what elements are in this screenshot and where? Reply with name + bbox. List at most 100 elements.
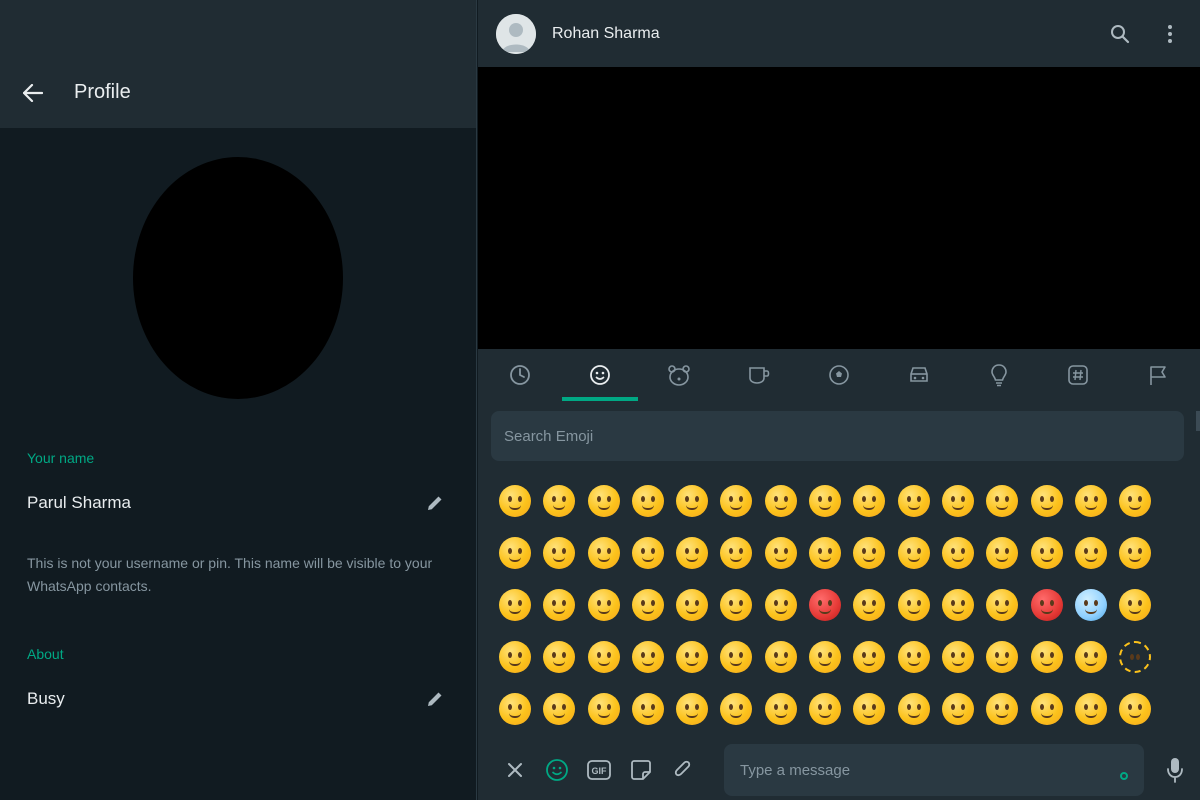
- emoji-item[interactable]: [847, 579, 891, 631]
- emoji-item[interactable]: [1113, 631, 1157, 683]
- emoji-item[interactable]: [759, 527, 803, 579]
- emoji-item[interactable]: [1025, 683, 1069, 735]
- microphone-icon[interactable]: [1162, 757, 1188, 783]
- tab-flags[interactable]: [1118, 349, 1198, 401]
- emoji-item[interactable]: [936, 527, 980, 579]
- emoji-item[interactable]: [537, 475, 581, 527]
- tab-smileys[interactable]: [560, 349, 640, 401]
- emoji-item[interactable]: [936, 683, 980, 735]
- emoji-item[interactable]: [582, 527, 626, 579]
- emoji-item[interactable]: [493, 579, 537, 631]
- emoji-item[interactable]: [626, 683, 670, 735]
- emoji-item[interactable]: [847, 475, 891, 527]
- gif-icon[interactable]: GIF: [586, 757, 612, 783]
- emoji-item[interactable]: [714, 527, 758, 579]
- emoji-item[interactable]: [493, 631, 537, 683]
- message-input[interactable]: [740, 761, 1128, 779]
- emoji-item[interactable]: [714, 579, 758, 631]
- search-icon[interactable]: [1108, 22, 1132, 46]
- emoji-item[interactable]: [626, 527, 670, 579]
- emoji-item[interactable]: [537, 527, 581, 579]
- emoji-item[interactable]: [537, 683, 581, 735]
- emoji-item[interactable]: [582, 631, 626, 683]
- emoji-item[interactable]: [936, 631, 980, 683]
- emoji-item[interactable]: [1025, 475, 1069, 527]
- emoji-item[interactable]: [1113, 579, 1157, 631]
- emoji-item[interactable]: [847, 631, 891, 683]
- emoji-item[interactable]: [1069, 579, 1113, 631]
- emoji-item[interactable]: [626, 631, 670, 683]
- tab-recent[interactable]: [480, 349, 560, 401]
- tab-animals[interactable]: [640, 349, 720, 401]
- edit-about-pencil-icon[interactable]: [424, 688, 446, 710]
- emoji-item[interactable]: [892, 527, 936, 579]
- emoji-item[interactable]: [803, 527, 847, 579]
- sticker-icon[interactable]: [628, 757, 654, 783]
- emoji-item[interactable]: [714, 631, 758, 683]
- emoji-item[interactable]: [582, 579, 626, 631]
- emoji-item[interactable]: [980, 475, 1024, 527]
- emoji-item[interactable]: [803, 631, 847, 683]
- emoji-item[interactable]: [1025, 631, 1069, 683]
- emoji-item[interactable]: [1069, 475, 1113, 527]
- tab-symbols[interactable]: [1038, 349, 1118, 401]
- emoji-item[interactable]: [803, 683, 847, 735]
- emoji-item[interactable]: [759, 631, 803, 683]
- scrollbar-thumb[interactable]: [1196, 411, 1200, 431]
- emoji-item[interactable]: [626, 475, 670, 527]
- emoji-item[interactable]: [980, 579, 1024, 631]
- emoji-toggle-icon[interactable]: [544, 757, 570, 783]
- contact-avatar[interactable]: [496, 13, 536, 54]
- emoji-item[interactable]: [936, 579, 980, 631]
- emoji-item[interactable]: [493, 475, 537, 527]
- emoji-item[interactable]: [1113, 683, 1157, 735]
- emoji-item[interactable]: [1113, 475, 1157, 527]
- emoji-item[interactable]: [714, 475, 758, 527]
- emoji-item[interactable]: [582, 683, 626, 735]
- back-arrow-icon[interactable]: [22, 82, 44, 104]
- menu-dots-icon[interactable]: [1158, 22, 1182, 46]
- tab-activity[interactable]: [799, 349, 879, 401]
- emoji-item[interactable]: [1069, 631, 1113, 683]
- emoji-item[interactable]: [670, 475, 714, 527]
- close-icon[interactable]: [502, 757, 528, 783]
- emoji-item[interactable]: [582, 475, 626, 527]
- emoji-item[interactable]: [980, 527, 1024, 579]
- emoji-item[interactable]: [1113, 527, 1157, 579]
- emoji-item[interactable]: [936, 475, 980, 527]
- emoji-item[interactable]: [1069, 683, 1113, 735]
- emoji-item[interactable]: [803, 475, 847, 527]
- edit-name-pencil-icon[interactable]: [424, 492, 446, 514]
- tab-travel[interactable]: [879, 349, 959, 401]
- emoji-item[interactable]: [626, 579, 670, 631]
- emoji-item[interactable]: [847, 683, 891, 735]
- emoji-item[interactable]: [759, 475, 803, 527]
- attach-paperclip-icon[interactable]: [670, 757, 696, 783]
- emoji-item[interactable]: [670, 631, 714, 683]
- emoji-item[interactable]: [1025, 579, 1069, 631]
- emoji-search-input[interactable]: [504, 427, 1171, 445]
- tab-food[interactable]: [719, 349, 799, 401]
- emoji-item[interactable]: [1069, 527, 1113, 579]
- emoji-item[interactable]: [670, 527, 714, 579]
- emoji-item[interactable]: [847, 527, 891, 579]
- emoji-item[interactable]: [892, 683, 936, 735]
- emoji-item[interactable]: [1025, 527, 1069, 579]
- emoji-item[interactable]: [759, 579, 803, 631]
- emoji-item[interactable]: [892, 475, 936, 527]
- emoji-item[interactable]: [670, 683, 714, 735]
- emoji-item[interactable]: [537, 631, 581, 683]
- emoji-item[interactable]: [493, 683, 537, 735]
- emoji-item[interactable]: [493, 527, 537, 579]
- emoji-item[interactable]: [980, 631, 1024, 683]
- emoji-item[interactable]: [714, 683, 758, 735]
- contact-name[interactable]: Rohan Sharma: [552, 25, 1082, 43]
- emoji-item[interactable]: [980, 683, 1024, 735]
- profile-photo[interactable]: [133, 157, 343, 399]
- emoji-item[interactable]: [759, 683, 803, 735]
- emoji-item[interactable]: [670, 579, 714, 631]
- emoji-item[interactable]: [803, 579, 847, 631]
- emoji-item[interactable]: [892, 579, 936, 631]
- emoji-item[interactable]: [892, 631, 936, 683]
- tab-objects[interactable]: [959, 349, 1039, 401]
